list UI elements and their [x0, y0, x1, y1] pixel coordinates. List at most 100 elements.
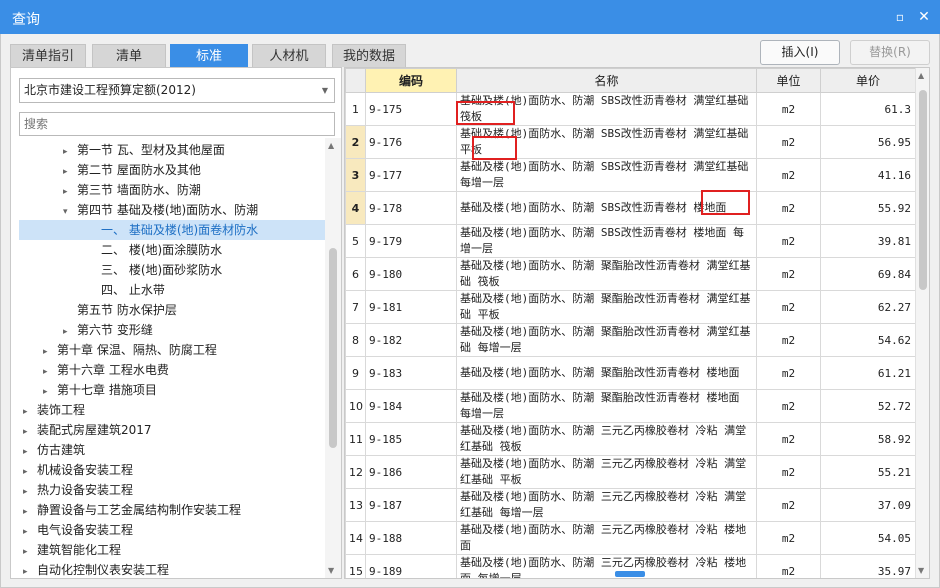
cell-code[interactable]: 9-180 — [365, 257, 457, 291]
cell-name[interactable]: 基础及楼(地)面防水、防潮 三元乙丙橡胶卷材 冷粘 楼地面 — [456, 521, 757, 555]
resize-grip[interactable] — [615, 571, 645, 577]
tree-node[interactable]: ▸ 第二节 屋面防水及其他 — [63, 160, 201, 180]
cell-price[interactable]: 56.95 — [820, 125, 916, 159]
tree-node[interactable]: ▸ 第六节 变形缝 — [63, 320, 153, 340]
expand-icon[interactable]: ▸ — [43, 382, 57, 402]
expand-icon[interactable]: ▸ — [63, 142, 77, 162]
collapse-icon[interactable]: ▾ — [63, 202, 77, 222]
tree-node[interactable]: ▸ 热力设备安装工程 — [23, 480, 133, 500]
tab-materials[interactable]: 人材机 — [252, 44, 326, 67]
expand-icon[interactable]: ▸ — [23, 542, 37, 562]
cell-code[interactable]: 9-175 — [365, 92, 457, 126]
tree-node[interactable]: ▸ 第十章 保温、隔热、防腐工程 — [43, 340, 217, 360]
scroll-up-icon[interactable]: ▲ — [918, 71, 924, 80]
cell-price[interactable]: 52.72 — [820, 389, 916, 423]
expand-icon[interactable]: ▸ — [23, 442, 37, 462]
cell-price[interactable]: 62.27 — [820, 290, 916, 324]
cell-code[interactable]: 9-176 — [365, 125, 457, 159]
cell-name[interactable]: 基础及楼(地)面防水、防潮 聚酯胎改性沥青卷材 满堂红基础 每增一层 — [456, 323, 757, 357]
table-row[interactable]: 11 9-185 基础及楼(地)面防水、防潮 三元乙丙橡胶卷材 冷粘 满堂红基础 筏… — [345, 422, 916, 456]
tree-node[interactable]: 三、 楼(地)面砂浆防水 — [101, 260, 222, 280]
cell-name[interactable]: 基础及楼(地)面防水、防潮 聚酯胎改性沥青卷材 满堂红基础 平板 — [456, 290, 757, 324]
cell-unit[interactable]: m2 — [756, 521, 821, 555]
expand-icon[interactable]: ▸ — [23, 462, 37, 482]
cell-code[interactable]: 9-183 — [365, 356, 457, 390]
cell-name[interactable]: 基础及楼(地)面防水、防潮 SBS改性沥青卷材 满堂红基础 平板 — [456, 125, 757, 159]
close-icon[interactable]: ✕ — [914, 7, 934, 27]
cell-code[interactable]: 9-181 — [365, 290, 457, 324]
cell-unit[interactable]: m2 — [756, 356, 821, 390]
cell-unit[interactable]: m2 — [756, 125, 821, 159]
cell-name[interactable]: 基础及楼(地)面防水、防潮 SBS改性沥青卷材 楼地面 — [456, 191, 757, 225]
tree-node[interactable]: ▸ 建筑智能化工程 — [23, 540, 121, 560]
expand-icon[interactable]: ▸ — [23, 502, 37, 522]
cell-code[interactable]: 9-188 — [365, 521, 457, 555]
cell-code[interactable]: 9-178 — [365, 191, 457, 225]
cell-price[interactable]: 58.92 — [820, 422, 916, 456]
tree-node[interactable]: ▸ 装饰工程 — [23, 400, 85, 420]
table-row[interactable]: 1 9-175 基础及楼(地)面防水、防潮 SBS改性沥青卷材 满堂红基础 筏板 m2… — [345, 92, 916, 126]
tree-node[interactable]: 四、 止水带 — [101, 280, 165, 300]
tree-node[interactable]: ▸ 仿古建筑 — [23, 440, 85, 460]
expand-icon[interactable]: ▸ — [43, 362, 57, 382]
table-row[interactable]: 7 9-181 基础及楼(地)面防水、防潮 聚酯胎改性沥青卷材 满堂红基础 平板 m2… — [345, 290, 916, 324]
table-row[interactable]: 2 9-176 基础及楼(地)面防水、防潮 SBS改性沥青卷材 满堂红基础 平板 m2… — [345, 125, 916, 159]
cell-code[interactable]: 9-186 — [365, 455, 457, 489]
tree-node[interactable]: ▸ 第一节 瓦、型材及其他屋面 — [63, 140, 225, 160]
cell-unit[interactable]: m2 — [756, 554, 821, 578]
expand-icon[interactable]: ▸ — [63, 162, 77, 182]
cell-price[interactable]: 41.16 — [820, 158, 916, 192]
table-row[interactable]: 9 9-183 基础及楼(地)面防水、防潮 聚酯胎改性沥青卷材 楼地面 m2 61.21 — [345, 356, 916, 390]
cell-price[interactable]: 39.81 — [820, 224, 916, 258]
column-header-price[interactable]: 单价 — [820, 68, 916, 93]
table-row[interactable]: 13 9-187 基础及楼(地)面防水、防潮 三元乙丙橡胶卷材 冷粘 满堂红基础 每… — [345, 488, 916, 522]
cell-unit[interactable]: m2 — [756, 389, 821, 423]
scroll-down-icon[interactable]: ▼ — [918, 566, 924, 575]
cell-name[interactable]: 基础及楼(地)面防水、防潮 聚酯胎改性沥青卷材 满堂红基础 筏板 — [456, 257, 757, 291]
cell-unit[interactable]: m2 — [756, 290, 821, 324]
cell-name[interactable]: 基础及楼(地)面防水、防潮 三元乙丙橡胶卷材 冷粘 楼地面 每增一层 — [456, 554, 757, 578]
cell-name[interactable]: 基础及楼(地)面防水、防潮 三元乙丙橡胶卷材 冷粘 满堂红基础 筏板 — [456, 422, 757, 456]
cell-code[interactable]: 9-179 — [365, 224, 457, 258]
cell-code[interactable]: 9-189 — [365, 554, 457, 578]
tree-node[interactable]: ▸ 机械设备安装工程 — [23, 460, 133, 480]
tab-standard[interactable]: 标准 — [170, 44, 248, 67]
cell-unit[interactable]: m2 — [756, 257, 821, 291]
cell-unit[interactable]: m2 — [756, 488, 821, 522]
cell-name[interactable]: 基础及楼(地)面防水、防潮 SBS改性沥青卷材 楼地面 每增一层 — [456, 224, 757, 258]
tab-bill[interactable]: 清单 — [92, 44, 166, 67]
cell-price[interactable]: 54.05 — [820, 521, 916, 555]
cell-name[interactable]: 基础及楼(地)面防水、防潮 SBS改性沥青卷材 满堂红基础 每增一层 — [456, 158, 757, 192]
tree-node[interactable]: ▸ 静置设备与工艺金属结构制作安装工程 — [23, 500, 241, 520]
cell-name[interactable]: 基础及楼(地)面防水、防潮 聚酯胎改性沥青卷材 楼地面 每增一层 — [456, 389, 757, 423]
tree-node[interactable]: 第五节 防水保护层 — [77, 300, 177, 320]
tree-scrollbar[interactable]: ▲ ▼ — [325, 138, 341, 578]
cell-name[interactable]: 基础及楼(地)面防水、防潮 三元乙丙橡胶卷材 冷粘 满堂红基础 每增一层 — [456, 488, 757, 522]
tab-bill-guide[interactable]: 清单指引 — [10, 44, 86, 67]
expand-icon[interactable]: ▸ — [23, 422, 37, 442]
table-row[interactable]: 12 9-186 基础及楼(地)面防水、防潮 三元乙丙橡胶卷材 冷粘 满堂红基础 平… — [345, 455, 916, 489]
column-header-code[interactable]: 编码 — [365, 68, 457, 93]
table-row[interactable]: 8 9-182 基础及楼(地)面防水、防潮 聚酯胎改性沥青卷材 满堂红基础 每增一层… — [345, 323, 916, 357]
tree-node[interactable]: ▸ 第三节 墙面防水、防潮 — [63, 180, 201, 200]
cell-unit[interactable]: m2 — [756, 224, 821, 258]
tree-node[interactable]: 二、 楼(地)面涂膜防水 — [101, 240, 222, 260]
expand-icon[interactable]: ▸ — [63, 322, 77, 342]
tab-my-data[interactable]: 我的数据 — [332, 44, 406, 67]
expand-icon[interactable]: ▸ — [23, 482, 37, 502]
cell-code[interactable]: 9-177 — [365, 158, 457, 192]
column-header-name[interactable]: 名称 — [456, 68, 757, 93]
tree-node[interactable]: ▸ 装配式房屋建筑2017 — [23, 420, 152, 440]
cell-unit[interactable]: m2 — [756, 422, 821, 456]
cell-price[interactable]: 37.09 — [820, 488, 916, 522]
cell-price[interactable]: 61.3 — [820, 92, 916, 126]
cell-name[interactable]: 基础及楼(地)面防水、防潮 聚酯胎改性沥青卷材 楼地面 — [456, 356, 757, 390]
scrollbar-thumb[interactable] — [329, 248, 337, 448]
cell-unit[interactable]: m2 — [756, 92, 821, 126]
column-header-unit[interactable]: 单位 — [756, 68, 821, 93]
cell-unit[interactable]: m2 — [756, 455, 821, 489]
cell-name[interactable]: 基础及楼(地)面防水、防潮 SBS改性沥青卷材 满堂红基础 筏板 — [456, 92, 757, 126]
expand-icon[interactable]: ▸ — [23, 522, 37, 542]
tree-node[interactable]: ▸ 电气设备安装工程 — [23, 520, 133, 540]
cell-price[interactable]: 35.97 — [820, 554, 916, 578]
